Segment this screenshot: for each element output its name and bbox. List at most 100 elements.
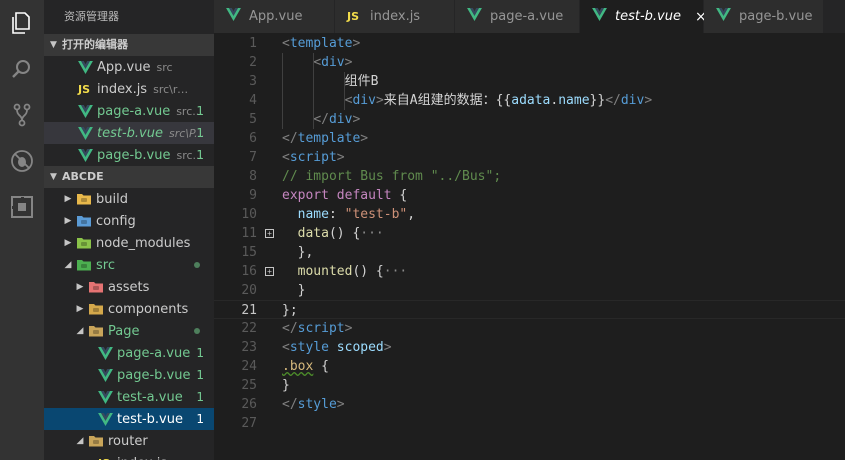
code-line[interactable]: 24 .box { [214,357,845,376]
code-line[interactable]: 5 </div> [214,110,845,129]
folder-icon [89,326,103,337]
tab-test-b-vue[interactable]: test-b.vue × [580,0,707,33]
expand-fold-icon[interactable]: + [265,229,274,238]
vue-file-icon [78,126,93,140]
tree-file[interactable]: test-b.vue 1 [44,408,214,430]
code-line[interactable]: 21}; [214,300,845,319]
code-line[interactable]: 6 </template> [214,129,845,148]
open-editor-name: index.js [97,81,148,97]
chevron-right-icon[interactable]: ▶ [62,238,74,248]
code-token: name [297,207,329,222]
tab-page-b-vue[interactable]: page-b.vue [704,0,824,33]
chevron-right-icon[interactable]: ▶ [74,282,86,292]
vue-file-icon [78,148,93,162]
tree-item-name: Page [108,323,140,339]
code-token: , [407,207,416,222]
expand-fold-icon[interactable]: + [265,267,274,276]
tree-file[interactable]: page-b.vue 1 [44,364,214,386]
code-line[interactable]: 25} [214,376,845,395]
js-file-icon: JS [98,457,113,460]
code-token: style [297,397,337,412]
code-token: default [336,188,392,203]
source-control-icon[interactable] [0,92,44,138]
code-token: scoped [336,340,384,355]
code-token: </ [313,112,329,127]
code-token: > [344,55,353,70]
problem-count-badge: 1 [196,346,204,360]
code-token: > [375,93,384,108]
code-line[interactable]: 2 <div> [214,53,845,72]
code-line[interactable]: 27 [214,414,845,433]
tree-folder[interactable]: ▶ build [44,188,214,210]
tree-file[interactable]: test-a.vue 1 [44,386,214,408]
chevron-down-icon: ▼ [50,172,57,182]
indent-guide [282,53,283,72]
extensions-icon[interactable] [0,184,44,230]
tree-item-name: index.js [117,456,167,460]
open-editor-item[interactable]: test-b.vue src\P... 1 [44,122,214,144]
line-number: 21 [241,303,257,318]
code-line[interactable]: 9 export default { [214,186,845,205]
open-editor-item[interactable]: App.vue src [44,56,214,78]
code-line[interactable]: 15 }, [214,243,845,262]
code-line[interactable]: 22 </script> [214,319,845,338]
tree-folder[interactable]: ◢ src [44,254,214,276]
code-line[interactable]: 7 <script> [214,148,845,167]
tree-folder[interactable]: ▶ components [44,298,214,320]
tree-item-name: page-a.vue [117,345,191,361]
tree-folder[interactable]: ◢ Page [44,320,214,342]
code-token: name [558,93,590,108]
chevron-down-icon[interactable]: ◢ [62,260,74,270]
code-line[interactable]: 3 组件B [214,72,845,91]
code-line[interactable]: 16 + mounted() {··· [214,262,845,281]
fold-gutter [257,376,282,395]
open-editor-item[interactable]: JS index.js src\router [44,78,214,100]
search-icon[interactable] [0,46,44,92]
fold-gutter [257,91,282,110]
chevron-right-icon[interactable]: ▶ [62,194,74,204]
chevron-down-icon[interactable]: ◢ [74,436,86,446]
tree-folder[interactable]: ▶ config [44,210,214,232]
tree-item-name: assets [108,279,150,295]
tree-folder[interactable]: ▶ node_modules [44,232,214,254]
problem-count-badge: 1 [196,104,204,118]
folder-icon [89,436,103,447]
open-editor-item[interactable]: page-a.vue src... 1 [44,100,214,122]
tab-App-vue[interactable]: App.vue [214,0,335,33]
tree-folder[interactable]: ◢ router [44,430,214,452]
code-line[interactable]: 23 <style scoped> [214,338,845,357]
open-editor-item[interactable]: page-b.vue src... 1 [44,144,214,166]
tab-page-a-vue[interactable]: page-a.vue [455,0,580,33]
chevron-right-icon[interactable]: ▶ [62,216,74,226]
code-editor[interactable]: 1 <template> 2 <div> 3 组件B 4 <div>来自A组建的数据：{… [214,33,845,460]
tree-folder[interactable]: ▶ assets [44,276,214,298]
tab-index-js[interactable]: JS index.js [335,0,455,33]
code-line[interactable]: 1 <template> [214,34,845,53]
code-line[interactable]: 8 // import Bus from "../Bus"; [214,167,845,186]
code-token: ··· [383,264,408,279]
code-line[interactable]: 26 </style> [214,395,845,414]
indent-guide [282,110,283,129]
code-line[interactable]: 11 + data() {··· [214,224,845,243]
code-line[interactable]: 4 <div>来自A组建的数据：{{adata.name}}</div> [214,91,845,110]
vue-file-icon [98,368,113,382]
fold-gutter [257,205,282,224]
vue-file-icon [98,412,113,426]
code-token: script [289,150,337,165]
vue-file-icon [226,8,241,21]
debug-icon[interactable] [0,138,44,184]
code-line[interactable]: 20 } [214,281,845,300]
tree-file[interactable]: page-a.vue 1 [44,342,214,364]
open-editors-header[interactable]: ▼ 打开的编辑器 [44,34,214,56]
tree-file[interactable]: JS index.js [44,452,214,460]
code-token: () { [328,226,361,241]
code-token: data [297,226,329,241]
project-header[interactable]: ▼ ABCDE [44,166,214,188]
explorer-icon[interactable] [0,0,44,46]
chevron-down-icon[interactable]: ◢ [74,326,86,336]
code-line[interactable]: 10 name: "test-b", [214,205,845,224]
code-token: > [344,321,353,336]
chevron-right-icon[interactable]: ▶ [74,304,86,314]
code-text: } [282,376,290,395]
